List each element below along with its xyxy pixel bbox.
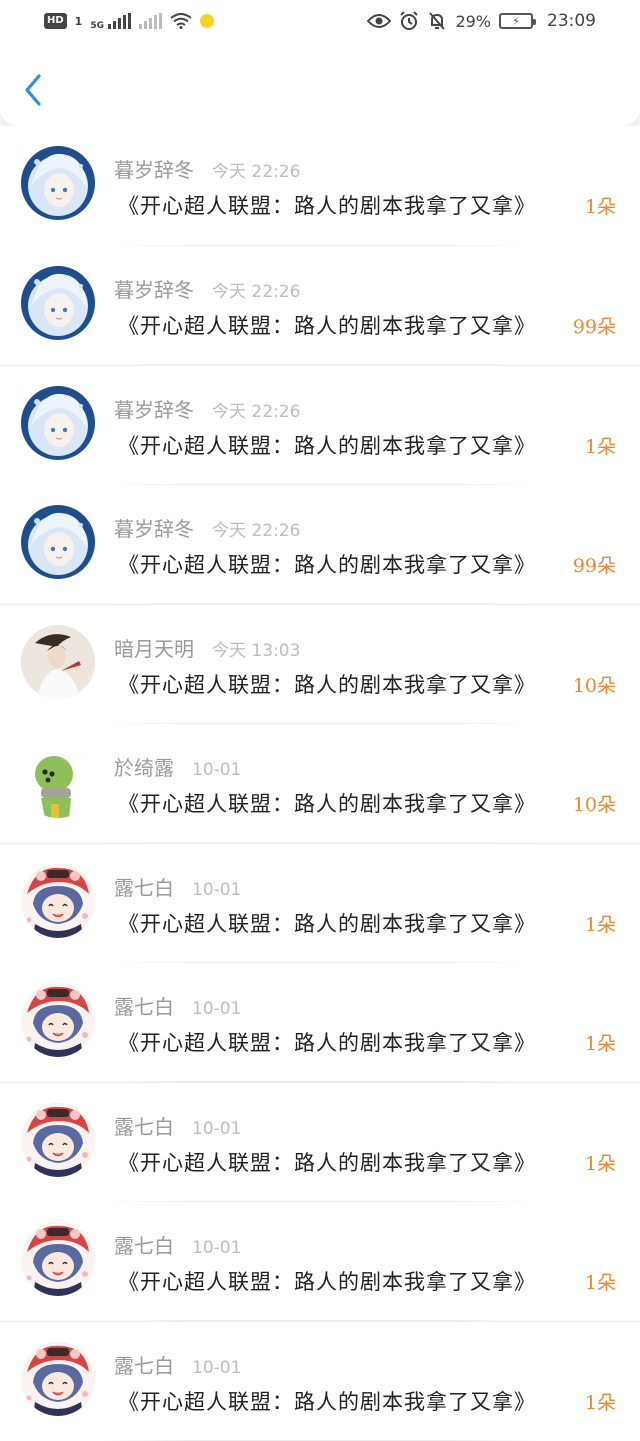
timestamp: 10-01 (192, 1119, 242, 1139)
hd-badge: HD (44, 13, 67, 29)
row-header: 露七白 10-01 (114, 1350, 241, 1379)
avatar[interactable] (21, 625, 95, 699)
list-item[interactable]: 暮岁辞冬 今天 22:26 《开心超人联盟：路人的剧本我拿了又拿》 1朵 (0, 126, 640, 246)
row-header: 暮岁辞冬 今天 22:26 (114, 154, 300, 183)
avatar[interactable] (21, 146, 95, 220)
list-item[interactable]: 露七白 10-01 《开心超人联盟：路人的剧本我拿了又拿》 1朵 (0, 843, 640, 963)
status-bar-left: HD 1 5G (44, 11, 214, 31)
message-text: 《开心超人联盟：路人的剧本我拿了又拿》 (118, 552, 536, 577)
message-text: 《开心超人联盟：路人的剧本我拿了又拿》 (118, 912, 536, 936)
row-header: 露七白 10-01 (114, 1111, 241, 1140)
avatar[interactable] (21, 864, 95, 938)
row-header: 暮岁辞冬 今天 22:26 (114, 394, 300, 423)
avatar[interactable] (21, 504, 95, 579)
timestamp: 10-01 (192, 1237, 242, 1258)
username[interactable]: 暮岁辞冬 (114, 394, 194, 423)
eye-icon (367, 14, 392, 28)
username[interactable]: 露七白 (114, 1230, 174, 1259)
row-header: 露七白 10-01 (114, 1230, 241, 1259)
timestamp: 10-01 (192, 759, 242, 780)
username[interactable]: 暮岁辞冬 (114, 154, 194, 183)
status-bar: HD 1 5G 29% ⚡ 23:09 (0, 0, 640, 42)
signal-icon (107, 13, 131, 29)
message-text: 《开心超人联盟：路人的剧本我拿了又拿》 (118, 673, 536, 697)
list-item[interactable]: 於绮露 10-01 《开心超人联盟：路人的剧本我拿了又拿》 10朵 (0, 723, 640, 843)
timestamp: 今天 22:26 (212, 402, 301, 422)
username[interactable]: 暗月天明 (114, 633, 194, 662)
back-button[interactable] (18, 70, 48, 110)
chevron-left-icon (25, 74, 41, 106)
message-text: 《开心超人联盟：路人的剧本我拿了又拿》 (118, 791, 536, 816)
clock: 23:09 (547, 11, 596, 31)
row-header: 暮岁辞冬 今天 22:26 (114, 274, 300, 303)
avatar[interactable] (21, 265, 95, 340)
sim-indicator: 1 (74, 14, 83, 28)
timestamp: 今天 22:26 (212, 162, 301, 182)
list-item[interactable]: 露七白 10-01 《开心超人联盟：路人的剧本我拿了又拿》 1朵 (0, 1321, 640, 1441)
username[interactable]: 暮岁辞冬 (114, 513, 194, 542)
battery-percent: 29% (455, 11, 491, 31)
message-text: 《开心超人联盟：路人的剧本我拿了又拿》 (118, 313, 536, 338)
avatar[interactable] (21, 386, 95, 460)
list-item[interactable]: 露七白 10-01 《开心超人联盟：路人的剧本我拿了又拿》 1朵 (0, 1082, 640, 1202)
list-item[interactable]: 暮岁辞冬 今天 22:26 《开心超人联盟：路人的剧本我拿了又拿》 99朵 (0, 245, 640, 365)
flower-count: 10朵 (572, 793, 616, 816)
row-header: 暗月天明 今天 13:03 (114, 633, 300, 662)
avatar[interactable] (21, 1342, 95, 1416)
avatar[interactable] (21, 1103, 95, 1177)
flower-count: 1朵 (584, 436, 616, 458)
flower-count: 1朵 (584, 1032, 616, 1055)
username[interactable]: 暮岁辞冬 (114, 274, 194, 303)
status-bar-right: 29% ⚡ 23:09 (367, 11, 596, 31)
avatar[interactable] (21, 1221, 95, 1296)
username[interactable]: 露七白 (114, 1350, 174, 1379)
timestamp: 10-01 (192, 998, 242, 1019)
flower-count: 1朵 (584, 196, 616, 218)
flower-count: 99朵 (572, 554, 616, 577)
signal-2-icon (138, 13, 162, 29)
battery-icon: ⚡ (499, 13, 536, 29)
message-text: 《开心超人联盟：路人的剧本我拿了又拿》 (118, 1390, 536, 1414)
list-item[interactable]: 暮岁辞冬 今天 22:26 《开心超人联盟：路人的剧本我拿了又拿》 1朵 (0, 365, 640, 485)
avatar[interactable] (21, 982, 95, 1057)
flower-count: 1朵 (584, 1392, 616, 1414)
username[interactable]: 露七白 (114, 872, 174, 901)
flower-count: 1朵 (584, 1271, 616, 1294)
message-text: 《开心超人联盟：路人的剧本我拿了又拿》 (118, 1030, 536, 1055)
message-text: 《开心超人联盟：路人的剧本我拿了又拿》 (118, 1151, 536, 1175)
message-text: 《开心超人联盟：路人的剧本我拿了又拿》 (118, 194, 536, 218)
list-item[interactable]: 暗月天明 今天 13:03 《开心超人联盟：路人的剧本我拿了又拿》 10朵 (0, 604, 640, 724)
flower-count: 1朵 (584, 914, 616, 936)
username[interactable]: 於绮露 (114, 752, 174, 781)
message-text: 《开心超人联盟：路人的剧本我拿了又拿》 (118, 1269, 536, 1294)
alarm-icon (400, 11, 419, 30)
header-bar (0, 42, 640, 126)
network-type-label: 5G (90, 21, 104, 31)
list-item[interactable]: 暮岁辞冬 今天 22:26 《开心超人联盟：路人的剧本我拿了又拿》 99朵 (0, 484, 640, 604)
list-item[interactable]: 露七白 10-01 《开心超人联盟：路人的剧本我拿了又拿》 1朵 (0, 962, 640, 1082)
row-divider (100, 1439, 540, 1441)
timestamp: 10-01 (192, 880, 242, 900)
avatar[interactable] (21, 743, 95, 818)
row-header: 於绮露 10-01 (114, 752, 241, 781)
timestamp: 今天 22:26 (212, 520, 301, 541)
row-header: 暮岁辞冬 今天 22:26 (114, 513, 300, 542)
gift-record-list: 暮岁辞冬 今天 22:26 《开心超人联盟：路人的剧本我拿了又拿》 1朵 暮岁辞冬 今天 … (0, 126, 640, 1441)
wifi-icon (170, 13, 192, 29)
timestamp: 10-01 (192, 1358, 242, 1378)
timestamp: 今天 13:03 (212, 641, 301, 661)
list-item[interactable]: 露七白 10-01 《开心超人联盟：路人的剧本我拿了又拿》 1朵 (0, 1201, 640, 1321)
username[interactable]: 露七白 (114, 991, 174, 1020)
notification-app-icon (199, 14, 214, 28)
timestamp: 今天 22:26 (212, 281, 301, 302)
flower-count: 10朵 (572, 675, 616, 697)
mute-icon (429, 12, 446, 30)
message-text: 《开心超人联盟：路人的剧本我拿了又拿》 (118, 434, 536, 458)
row-header: 露七白 10-01 (114, 872, 241, 901)
flower-count: 99朵 (572, 315, 616, 338)
row-header: 露七白 10-01 (114, 991, 241, 1020)
username[interactable]: 露七白 (114, 1111, 174, 1140)
flower-count: 1朵 (584, 1153, 616, 1175)
